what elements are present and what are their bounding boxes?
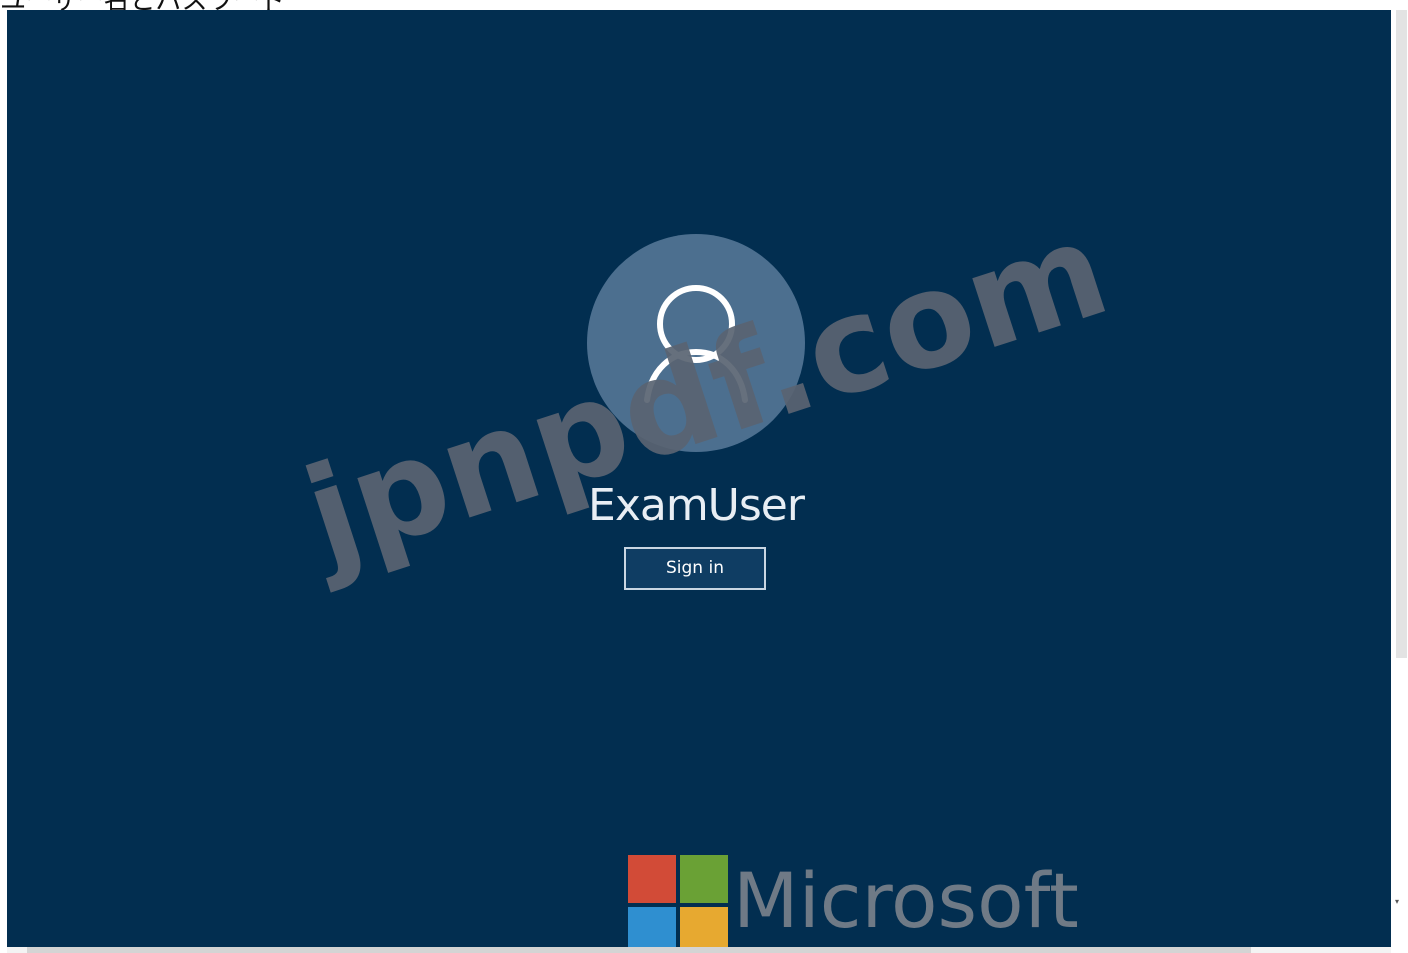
user-avatar (587, 234, 805, 452)
scroll-down-arrow-icon[interactable]: ▾ (1395, 897, 1399, 907)
vertical-scroll-thumb[interactable] (1396, 10, 1407, 658)
horizontal-scrollbar[interactable] (7, 947, 1391, 953)
microsoft-wordmark: Microsoft (733, 856, 1079, 945)
username-label: ExamUser (588, 480, 805, 531)
logo-green-square (680, 855, 728, 903)
page: ユーザー名とパスワード ExamUser Sign in jpnpdf.com … (0, 0, 1408, 953)
logo-red-square (628, 855, 676, 903)
user-icon (644, 285, 748, 403)
windows-login-screen: ExamUser Sign in jpnpdf.com Microsoft (7, 10, 1391, 947)
horizontal-scroll-thumb[interactable] (27, 947, 1251, 953)
logo-blue-square (628, 907, 676, 947)
microsoft-logo-icon (628, 855, 728, 947)
logo-yellow-square (680, 907, 728, 947)
sign-in-button[interactable]: Sign in (624, 547, 766, 590)
vertical-scrollbar[interactable]: ▾ (1391, 10, 1408, 947)
